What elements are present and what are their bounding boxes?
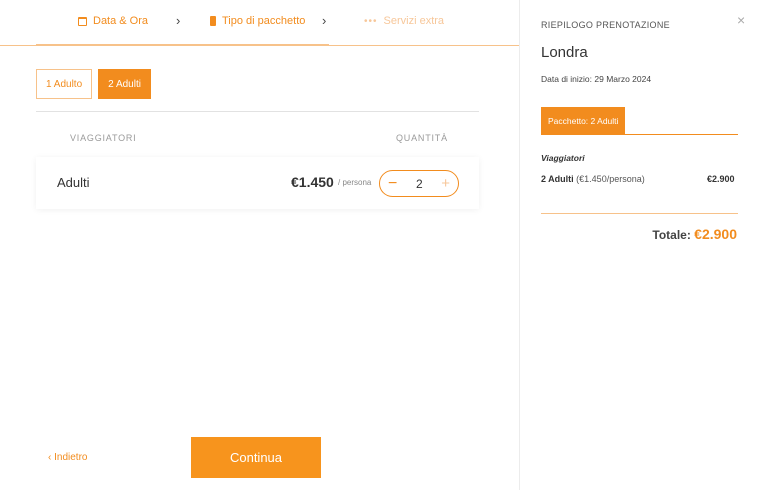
quantity-stepper: − 2 +	[379, 170, 459, 197]
summary-package-underline	[541, 134, 738, 135]
summary-package-tab[interactable]: Pacchetto: 2 Adulti	[541, 107, 626, 134]
per-person-label: / persona	[338, 178, 372, 187]
active-step-indicator	[36, 44, 329, 46]
decrement-button[interactable]: −	[388, 175, 397, 192]
summary-total-label: Totale:	[652, 228, 695, 242]
step-label: Servizi extra	[383, 15, 445, 27]
booking-main-panel: Data & Ora › Tipo di pacchetto › ••• Ser…	[0, 0, 519, 490]
summary-traveller-amount: €2.900	[707, 174, 735, 184]
divider	[36, 111, 479, 112]
chevron-right-icon: ›	[176, 13, 181, 28]
package-tabs: 1 Adulto 2 Adulti	[36, 69, 151, 99]
unit-price: €1.450	[291, 174, 334, 190]
summary-total: Totale: €2.900	[652, 226, 737, 242]
summary-total-amount: €2.900	[694, 226, 737, 242]
step-package-type[interactable]: Tipo di pacchetto	[210, 15, 305, 27]
step-label: Data & Ora	[93, 15, 149, 27]
summary-traveller-count: 2 Adulti	[541, 174, 574, 184]
summary-heading: RIEPILOGO PRENOTAZIONE	[541, 20, 670, 30]
column-header-quantity: QUANTITÀ	[396, 133, 448, 143]
step-label: Tipo di pacchetto	[222, 15, 306, 27]
chevron-right-icon: ›	[322, 13, 327, 28]
summary-start-date: Data di inizio: 29 Marzo 2024	[541, 74, 652, 84]
summary-city: Londra	[541, 44, 588, 61]
continue-button[interactable]: Continua	[191, 437, 321, 478]
step-extra-services[interactable]: ••• Servizi extra	[364, 15, 444, 27]
back-link[interactable]: ‹ Indietro	[48, 452, 87, 463]
traveller-type-label: Adulti	[57, 175, 90, 190]
close-icon[interactable]: ×	[737, 12, 745, 28]
calendar-icon	[78, 16, 87, 26]
increment-button[interactable]: +	[441, 176, 450, 191]
traveller-row-adults: Adulti €1.450 / persona − 2 +	[36, 157, 479, 209]
summary-traveller-line: 2 Adulti (€1.450/persona)	[541, 174, 645, 184]
booking-steps: Data & Ora › Tipo di pacchetto › ••• Ser…	[0, 0, 519, 46]
step-date-time[interactable]: Data & Ora	[78, 15, 148, 27]
column-header-travellers: VIAGGIATORI	[70, 133, 137, 143]
summary-traveller-detail: (€1.450/persona)	[573, 174, 645, 184]
booking-summary-panel: RIEPILOGO PRENOTAZIONE × Londra Data di …	[519, 0, 768, 490]
package-tab-2-adults[interactable]: 2 Adulti	[98, 69, 151, 99]
summary-travellers-label: Viaggiatori	[541, 153, 585, 163]
dots-icon: •••	[364, 15, 378, 27]
package-icon	[210, 16, 216, 26]
summary-total-divider	[541, 213, 738, 214]
quantity-value: 2	[415, 176, 423, 191]
package-tab-1-adult[interactable]: 1 Adulto	[36, 69, 93, 99]
